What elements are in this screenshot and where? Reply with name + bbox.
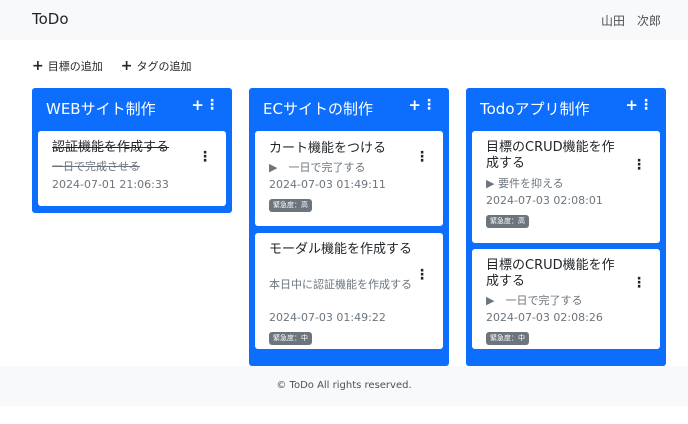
user-name[interactable]: 山田 次郎 — [601, 12, 661, 29]
task-card[interactable]: 目標のCRUD機能を作成する ▶ 一日で完了する 2024-07-03 02:0… — [472, 249, 660, 349]
task-menu-icon[interactable]: ⋮ — [415, 268, 429, 282]
task-menu-icon[interactable]: ⋮ — [632, 276, 646, 290]
urgency-badge: 緊急度：中 — [486, 332, 529, 345]
column-menu-icon[interactable]: ⋮ — [205, 98, 219, 112]
task-title: 認証機能を作成する — [52, 140, 170, 155]
column-title: ECサイトの制作 — [263, 100, 373, 118]
footer: © ToDo All rights reserved. — [0, 366, 688, 406]
urgency-badge: 緊急度：中 — [269, 332, 312, 345]
task-timestamp: 2024-07-03 02:08:26 — [486, 311, 603, 324]
add-tag-button[interactable]: + タグの追加 — [121, 58, 192, 74]
task-description: ▶ 一日で完了する — [486, 294, 583, 307]
goal-column-web: WEBサイト制作 + ⋮ 認証機能を作成する 一日で完成させる 2024-07-… — [32, 88, 232, 213]
task-menu-icon[interactable]: ⋮ — [415, 150, 429, 164]
add-task-icon[interactable]: + — [625, 98, 638, 113]
plus-icon: + — [32, 58, 44, 74]
task-title: カート機能をつける — [269, 141, 387, 156]
task-description: ▶ 一日で完了する — [269, 161, 366, 174]
task-menu-icon[interactable]: ⋮ — [632, 158, 646, 172]
app-brand[interactable]: ToDo — [32, 10, 69, 28]
task-title: 目標のCRUD機能を作成する — [486, 258, 615, 289]
add-task-icon[interactable]: + — [408, 98, 421, 113]
column-title: Todoアプリ制作 — [480, 100, 590, 118]
add-tag-label: タグの追加 — [136, 60, 192, 73]
task-description: ▶ 要件を抑える — [486, 177, 564, 190]
footer-copyright: © ToDo All rights reserved. — [276, 380, 412, 391]
column-menu-icon[interactable]: ⋮ — [639, 98, 653, 112]
goal-column-ec: ECサイトの制作 + ⋮ カート機能をつける ▶ 一日で完了する 2024-07… — [249, 88, 449, 366]
plus-icon: + — [120, 58, 133, 74]
task-title: モーダル機能を作成する — [269, 242, 413, 257]
task-card[interactable]: 認証機能を作成する 一日で完成させる 2024-07-01 21:06:33 ⋮ — [38, 131, 226, 206]
task-timestamp: 2024-07-01 21:06:33 — [52, 178, 169, 191]
column-title: WEBサイト制作 — [46, 100, 156, 118]
task-timestamp: 2024-07-03 02:08:01 — [486, 194, 603, 207]
task-card[interactable]: モーダル機能を作成する 本日中に認証機能を作成する 2024-07-03 01:… — [255, 233, 443, 349]
task-description: 本日中に認証機能を作成する — [269, 278, 412, 291]
add-goal-label: 目標の追加 — [47, 60, 103, 73]
urgency-badge: 緊急度：高 — [269, 199, 312, 212]
column-menu-icon[interactable]: ⋮ — [422, 98, 436, 112]
column-header: WEBサイト制作 + ⋮ — [32, 88, 232, 128]
task-card[interactable]: 目標のCRUD機能を作成する ▶ 要件を抑える 2024-07-03 02:08… — [472, 131, 660, 243]
column-header: ECサイトの制作 + ⋮ — [249, 88, 449, 128]
add-task-icon[interactable]: + — [191, 98, 204, 113]
action-bar: + 目標の追加 + タグの追加 — [32, 58, 191, 74]
goal-column-todo: Todoアプリ制作 + ⋮ 目標のCRUD機能を作成する ▶ 要件を抑える 20… — [466, 88, 666, 366]
add-goal-button[interactable]: + 目標の追加 — [32, 58, 103, 74]
task-timestamp: 2024-07-03 01:49:11 — [269, 178, 386, 191]
column-header: Todoアプリ制作 + ⋮ — [466, 88, 666, 128]
urgency-badge: 緊急度：高 — [486, 215, 529, 228]
task-menu-icon[interactable]: ⋮ — [198, 150, 212, 164]
task-card[interactable]: カート機能をつける ▶ 一日で完了する 2024-07-03 01:49:11 … — [255, 131, 443, 226]
navbar: ToDo 山田 次郎 — [0, 0, 688, 40]
task-title: 目標のCRUD機能を作成する — [486, 140, 615, 171]
task-timestamp: 2024-07-03 01:49:22 — [269, 311, 386, 324]
task-description: 一日で完成させる — [52, 160, 140, 173]
